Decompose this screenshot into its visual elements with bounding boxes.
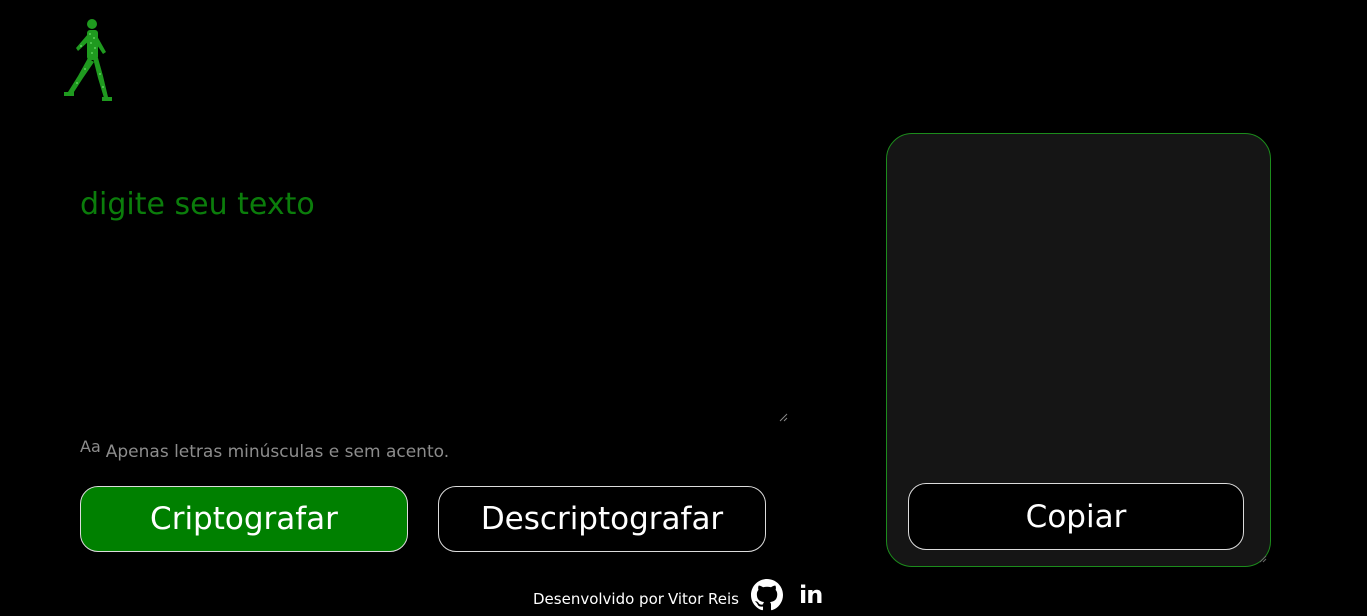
linkedin-icon[interactable]: in	[799, 581, 823, 609]
decrypt-button[interactable]: Descriptografar	[438, 486, 766, 552]
footer: Desenvolvido por Vitor Reis in	[533, 578, 823, 612]
input-hint: Aa Apenas letras minúsculas e sem acento…	[80, 437, 450, 462]
output-text	[907, 154, 1250, 474]
footer-developed-by: Desenvolvido por	[533, 590, 664, 608]
copy-button[interactable]: Copiar	[908, 483, 1244, 550]
text-input[interactable]	[78, 185, 788, 423]
footer-author: Vitor Reis	[667, 590, 739, 608]
resize-grip-icon[interactable]	[1259, 555, 1267, 563]
page: Aa Apenas letras minúsculas e sem acento…	[0, 0, 1367, 616]
github-icon[interactable]	[751, 579, 783, 611]
running-man-logo	[64, 19, 112, 101]
hint-text: Apenas letras minúsculas e sem acento.	[105, 442, 450, 462]
output-panel: Copiar	[886, 133, 1271, 567]
resize-grip-icon[interactable]	[778, 412, 788, 422]
text-case-icon: Aa	[80, 437, 101, 456]
encrypt-button[interactable]: Criptografar	[80, 486, 408, 552]
